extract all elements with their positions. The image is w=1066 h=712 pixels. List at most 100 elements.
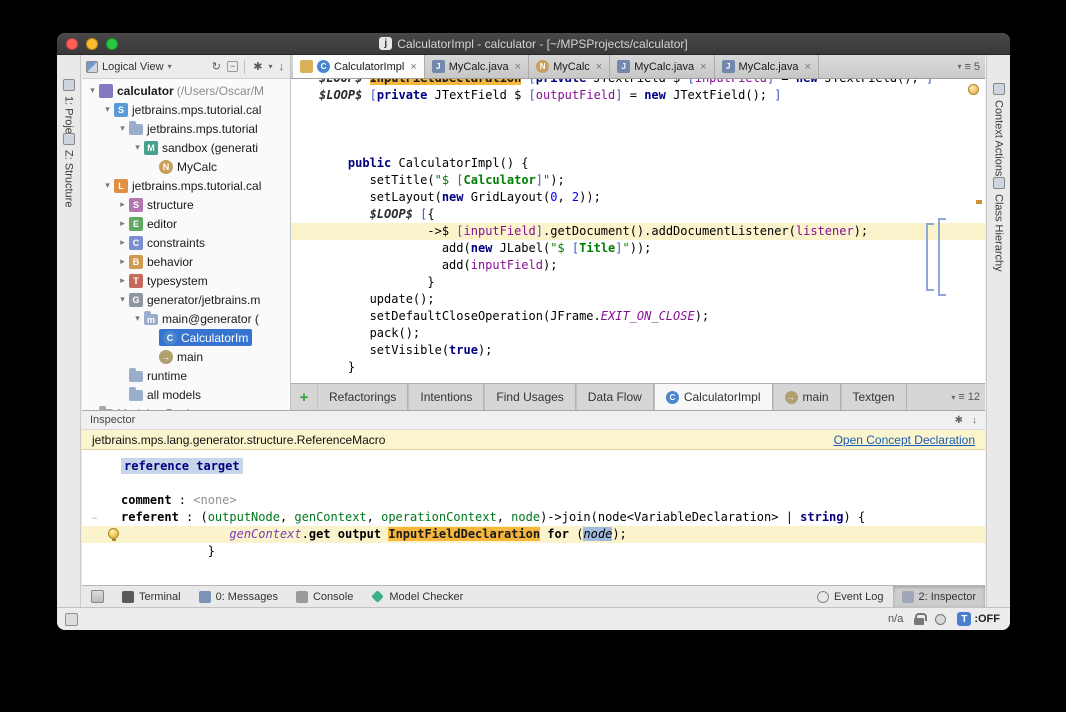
close-icon[interactable]: × [804, 61, 810, 73]
error-stripe-mark[interactable] [976, 200, 982, 204]
gear-icon[interactable]: ✱ [955, 415, 963, 426]
code-line[interactable]: } [291, 274, 985, 291]
tool-window-button[interactable]: Terminal [113, 586, 190, 607]
bottom-tab[interactable]: Find Usages [484, 384, 576, 410]
code-line[interactable]: setDefaultCloseOperation(JFrame.EXIT_ON_… [291, 308, 985, 325]
code-line[interactable]: add(new JLabel("$ [Title]")); [291, 240, 985, 257]
code-line[interactable] [82, 475, 985, 492]
editor-tab[interactable]: J MyCalc.java × [610, 55, 715, 78]
code-line[interactable]: referent : (outputNode, genContext, oper… [82, 509, 985, 526]
tree-item[interactable]: ▸ Cconstraints [82, 233, 290, 252]
intention-bulb-icon[interactable] [108, 528, 119, 541]
tree-item[interactable]: ▾ Ggenerator/jetbrains.m [82, 290, 290, 309]
fold-marker-icon[interactable]: − [92, 513, 97, 523]
expanded-arrow-icon[interactable]: ▾ [116, 294, 129, 305]
code-line[interactable]: } [291, 359, 985, 376]
code-line[interactable]: setLayout(new GridLayout(0, 2)); [291, 189, 985, 206]
tree-item[interactable]: ▸ Bbehavior [82, 252, 290, 271]
tool-button-context-actions[interactable]: Context Actions [987, 83, 1010, 176]
sync-icon[interactable]: ↻ [210, 60, 223, 73]
expanded-arrow-icon[interactable]: ▾ [101, 180, 114, 191]
collapse-all-icon[interactable]: − [227, 61, 239, 72]
tree-item[interactable]: all models [82, 385, 290, 404]
tree-item[interactable]: ▾ m main@generator ( [82, 309, 290, 328]
code-line[interactable]: $LOOP$ [{ [291, 206, 985, 223]
tool-windows-grid-icon[interactable] [91, 590, 104, 603]
editor-tab[interactable]: C CalculatorImpl × [293, 55, 425, 78]
collapsed-arrow-icon[interactable]: ▸ [116, 256, 129, 267]
editor-tab[interactable]: N MyCalc × [529, 55, 611, 78]
chevron-down-icon[interactable]: ▾ [951, 393, 955, 402]
tree-item[interactable]: C CalculatorIm [82, 328, 290, 347]
minimize-icon[interactable]: ↓ [972, 415, 977, 426]
tree-item[interactable]: ▾ Sjetbrains.mps.tutorial.cal [82, 100, 290, 119]
hector-icon[interactable] [935, 613, 947, 625]
hide-panel-icon[interactable]: ↓ [277, 61, 287, 73]
code-line[interactable]: pack(); [291, 325, 985, 342]
editor-tab[interactable]: J MyCalc.java × [424, 55, 530, 78]
code-line[interactable]: } [82, 543, 985, 560]
tool-window-button[interactable]: Event Log [808, 586, 893, 607]
code-line[interactable]: add(inputField); [291, 257, 985, 274]
view-selector[interactable]: Logical View [102, 61, 164, 73]
expanded-arrow-icon[interactable]: ▾ [101, 104, 114, 115]
code-line[interactable]: update(); [291, 291, 985, 308]
tree-item[interactable]: ▸ Eeditor [82, 214, 290, 233]
inspector-pane[interactable]: − reference target comment : <none> refer… [82, 450, 985, 585]
close-icon[interactable]: × [410, 61, 416, 73]
editor-pane[interactable]: $LOOP$ InputFieldDeclaration [private JT… [291, 79, 985, 383]
tree-item[interactable]: ▾ Msandbox (generati [82, 138, 290, 157]
code-line[interactable]: $LOOP$ InputFieldDeclaration [private JT… [291, 79, 985, 87]
inspector-header[interactable]: Inspector ✱ ↓ [82, 410, 985, 430]
tree-item[interactable]: ▾ Ljetbrains.mps.tutorial.cal [82, 176, 290, 195]
expanded-arrow-icon[interactable]: ▾ [131, 142, 144, 153]
close-icon[interactable]: × [700, 61, 706, 73]
close-icon[interactable]: × [596, 61, 602, 73]
tab-list-icon[interactable]: ≡ [964, 61, 970, 73]
bottom-tab[interactable]: Intentions [408, 384, 485, 410]
bottom-tab[interactable]: Refactorings [317, 384, 409, 410]
collapsed-arrow-icon[interactable]: ▸ [116, 275, 129, 286]
close-icon[interactable]: × [515, 61, 521, 73]
tool-windows-toggle-icon[interactable] [65, 613, 78, 626]
code-line[interactable]: setTitle("$ [Calculator]"); [291, 172, 985, 189]
expanded-arrow-icon[interactable]: ▾ [86, 85, 99, 96]
collapsed-arrow-icon[interactable]: ▸ [116, 199, 129, 210]
collapsed-arrow-icon[interactable]: ▸ [116, 218, 129, 229]
tree-item[interactable]: N MyCalc [82, 157, 290, 176]
tool-window-button[interactable]: Console [287, 586, 362, 607]
bottom-tab[interactable]: Data Flow [575, 384, 654, 410]
tab-list-icon[interactable]: ≡ [958, 391, 964, 403]
chevron-down-icon[interactable]: ▾ [957, 62, 961, 71]
bottom-tab[interactable]: Textgen [840, 384, 907, 410]
minimize-window-button[interactable] [86, 38, 98, 50]
code-line[interactable] [291, 121, 985, 138]
typesystem-badge[interactable]: T [957, 612, 972, 626]
tree-item[interactable]: ▾ calculator (/Users/Oscar/M [82, 81, 290, 100]
expanded-arrow-icon[interactable]: ▾ [116, 123, 129, 134]
code-line[interactable]: comment : <none> [82, 492, 985, 509]
tool-window-button[interactable]: Model Checker [362, 586, 472, 607]
tree-item[interactable]: runtime [82, 366, 290, 385]
caret-position[interactable]: n/a [888, 613, 903, 625]
collapsed-arrow-icon[interactable]: ▸ [116, 237, 129, 248]
close-window-button[interactable] [66, 38, 78, 50]
code-line[interactable] [291, 104, 985, 121]
editor-tab[interactable]: J MyCalc.java × [714, 55, 819, 78]
add-tab-button[interactable]: + [291, 384, 317, 410]
tree-item[interactable]: ▸ Ttypesystem [82, 271, 290, 290]
tree-item[interactable]: → main [82, 347, 290, 366]
code-line[interactable]: genContext.get output InputFieldDeclarat… [82, 526, 985, 543]
tree-item[interactable]: ▸ Sstructure [82, 195, 290, 214]
tree-item[interactable]: ▾ jetbrains.mps.tutorial [82, 119, 290, 138]
expanded-arrow-icon[interactable]: ▾ [131, 313, 144, 324]
tool-window-button[interactable]: 2: Inspector [892, 586, 985, 607]
zoom-window-button[interactable] [106, 38, 118, 50]
tool-button-class-hierarchy[interactable]: Class Hierarchy [987, 177, 1010, 272]
tool-window-button[interactable]: 0: Messages [190, 586, 287, 607]
open-concept-declaration-link[interactable]: Open Concept Declaration [834, 433, 975, 447]
lock-icon[interactable] [914, 612, 928, 625]
code-line[interactable] [291, 138, 985, 155]
code-line[interactable]: ->$ [inputField].getDocument().addDocume… [291, 223, 985, 240]
code-line[interactable]: public CalculatorImpl() { [291, 155, 985, 172]
